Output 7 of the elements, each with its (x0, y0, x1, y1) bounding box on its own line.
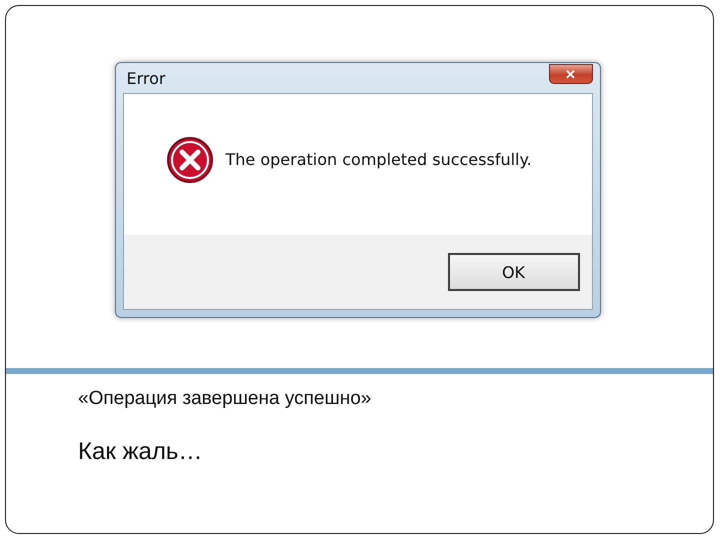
close-button[interactable]: ✕ (548, 64, 592, 84)
ok-button[interactable]: OK (448, 253, 580, 291)
caption-text: «Операция завершена успешно» (78, 388, 372, 410)
error-icon (166, 136, 214, 184)
dialog-title: Error (126, 68, 166, 88)
error-message: The operation completed successfully. (226, 150, 532, 169)
comment-text: Как жаль… (78, 438, 204, 466)
